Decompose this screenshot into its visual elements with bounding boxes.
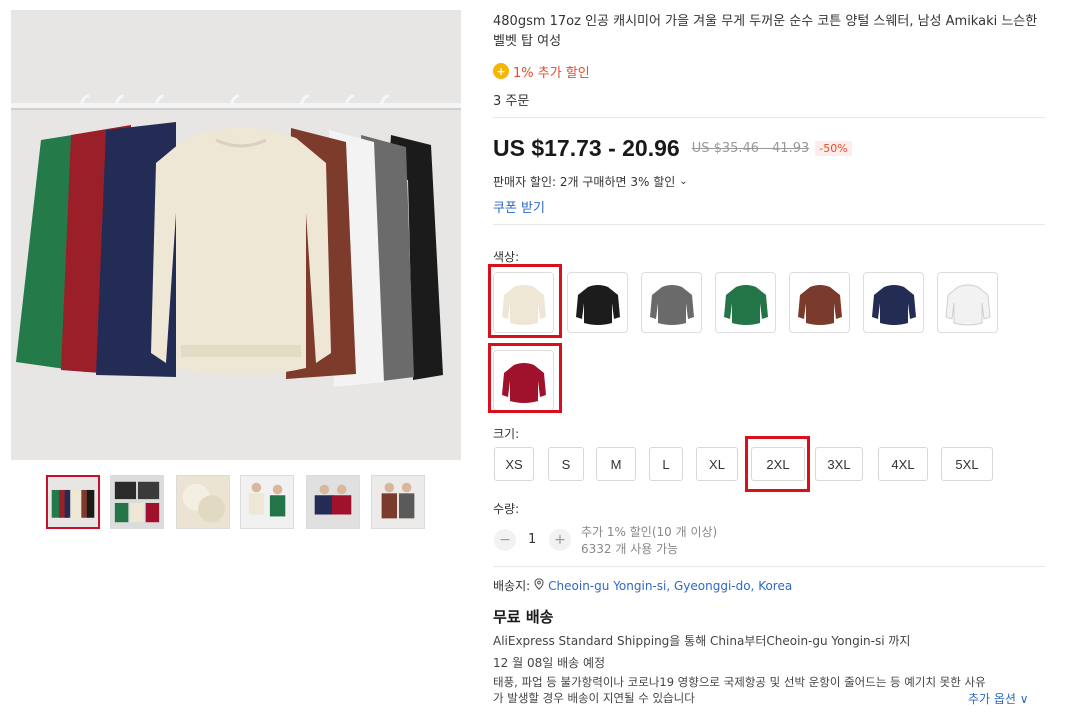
bonus-discount: + 1% 추가 할인 xyxy=(493,61,1053,81)
thumbnail-6[interactable] xyxy=(371,475,425,529)
free-shipping-title: 무료 배송 xyxy=(493,608,554,626)
size-option-xl[interactable]: XL xyxy=(696,447,738,481)
size-option-xs[interactable]: XS xyxy=(494,447,534,481)
size-option-5xl[interactable]: 5XL xyxy=(941,447,993,481)
quantity-bulk-note: 추가 1% 할인(10 개 이상) xyxy=(581,525,718,539)
color-swatch-green[interactable] xyxy=(715,272,776,333)
coupon-link[interactable]: 쿠폰 받기 xyxy=(493,197,1053,216)
quantity-value[interactable]: 1 xyxy=(528,532,536,547)
thumbnail-2[interactable] xyxy=(110,475,164,529)
quantity-available: 6332 개 사용 가능 xyxy=(581,542,679,556)
highlight-box-cream xyxy=(488,264,562,338)
price-row: US $17.73 - 20.96 US $35.46 - 41.93 -50% xyxy=(493,128,1053,168)
quantity-label: 수량: xyxy=(493,502,520,516)
shipping-method: AliExpress Standard Shipping을 통해 China부터… xyxy=(493,634,911,648)
size-option-m[interactable]: M xyxy=(596,447,636,481)
coin-icon: + xyxy=(493,63,509,79)
ship-to-label: 배송지: xyxy=(493,579,531,593)
quantity-decrease-button[interactable]: − xyxy=(494,529,516,551)
product-title: 480gsm 17oz 인공 캐시미어 가을 겨울 무게 두꺼운 순수 코튼 양… xyxy=(493,14,1038,49)
seller-discount[interactable]: 판매자 할인: 2개 구매하면 3% 할인 ⌄ xyxy=(493,173,1053,190)
thumbnail-5[interactable] xyxy=(306,475,360,529)
size-option-3xl[interactable]: 3XL xyxy=(815,447,863,481)
delivery-eta: 12 월 08일 배송 예정 xyxy=(493,656,606,670)
original-price: US $35.46 - 41.93 xyxy=(691,140,810,156)
discount-badge: -50% xyxy=(815,140,852,156)
more-options-link[interactable]: 추가 옵션 ∨ xyxy=(968,690,1029,707)
sweater-icon xyxy=(797,284,842,325)
divider xyxy=(493,117,1045,118)
sweater-icon xyxy=(649,284,694,325)
sweater-icon xyxy=(723,284,768,325)
main-product-image[interactable] xyxy=(11,10,461,460)
color-swatch-navy[interactable] xyxy=(863,272,924,333)
thumbnail-strip xyxy=(46,475,426,529)
divider xyxy=(493,224,1045,225)
price: US $17.73 - 20.96 xyxy=(493,134,680,161)
ship-location-link[interactable]: Cheoin-gu Yongin-si, Gyeonggi-do, Korea xyxy=(548,579,792,593)
seller-discount-text: 판매자 할인: 2개 구매하면 3% 할인 xyxy=(493,175,676,189)
shipping-notice-line2: 가 발생할 경우 배송이 지연될 수 있습니다 xyxy=(493,691,695,705)
location-pin-icon xyxy=(534,578,544,593)
orders-count: 3 주문 xyxy=(493,94,530,109)
size-option-4xl[interactable]: 4XL xyxy=(878,447,928,481)
sweater-icon xyxy=(871,284,916,325)
sweater-icon xyxy=(575,284,620,325)
color-swatch-black[interactable] xyxy=(567,272,628,333)
color-swatch-gray[interactable] xyxy=(641,272,702,333)
color-swatch-white[interactable] xyxy=(937,272,998,333)
size-label: 크기: xyxy=(493,427,520,441)
size-option-s[interactable]: S xyxy=(548,447,584,481)
divider xyxy=(493,566,1045,567)
thumbnail-1[interactable] xyxy=(46,475,100,529)
sweater-icon xyxy=(944,284,991,325)
highlight-box-wine xyxy=(488,343,562,413)
quantity-increase-button[interactable]: + xyxy=(549,529,571,551)
bonus-text: 1% 추가 할인 xyxy=(513,65,590,81)
thumbnail-3[interactable] xyxy=(176,475,230,529)
ship-to-row[interactable]: 배송지: Cheoin-gu Yongin-si, Gyeonggi-do, K… xyxy=(493,577,792,594)
product-info-panel: 480gsm 17oz 인공 캐시미어 가을 겨울 무게 두꺼운 순수 코튼 양… xyxy=(493,12,1053,225)
thumbnail-4[interactable] xyxy=(240,475,294,529)
highlight-box-2xl xyxy=(745,436,810,492)
shipping-notice-line1: 태풍, 파업 등 불가항력이나 코로나19 영향으로 국제항공 및 선박 운항이… xyxy=(493,675,986,689)
color-swatch-brown[interactable] xyxy=(789,272,850,333)
size-option-l[interactable]: L xyxy=(649,447,683,481)
chevron-down-icon: ⌄ xyxy=(679,176,688,187)
color-label: 색상: xyxy=(493,250,520,264)
